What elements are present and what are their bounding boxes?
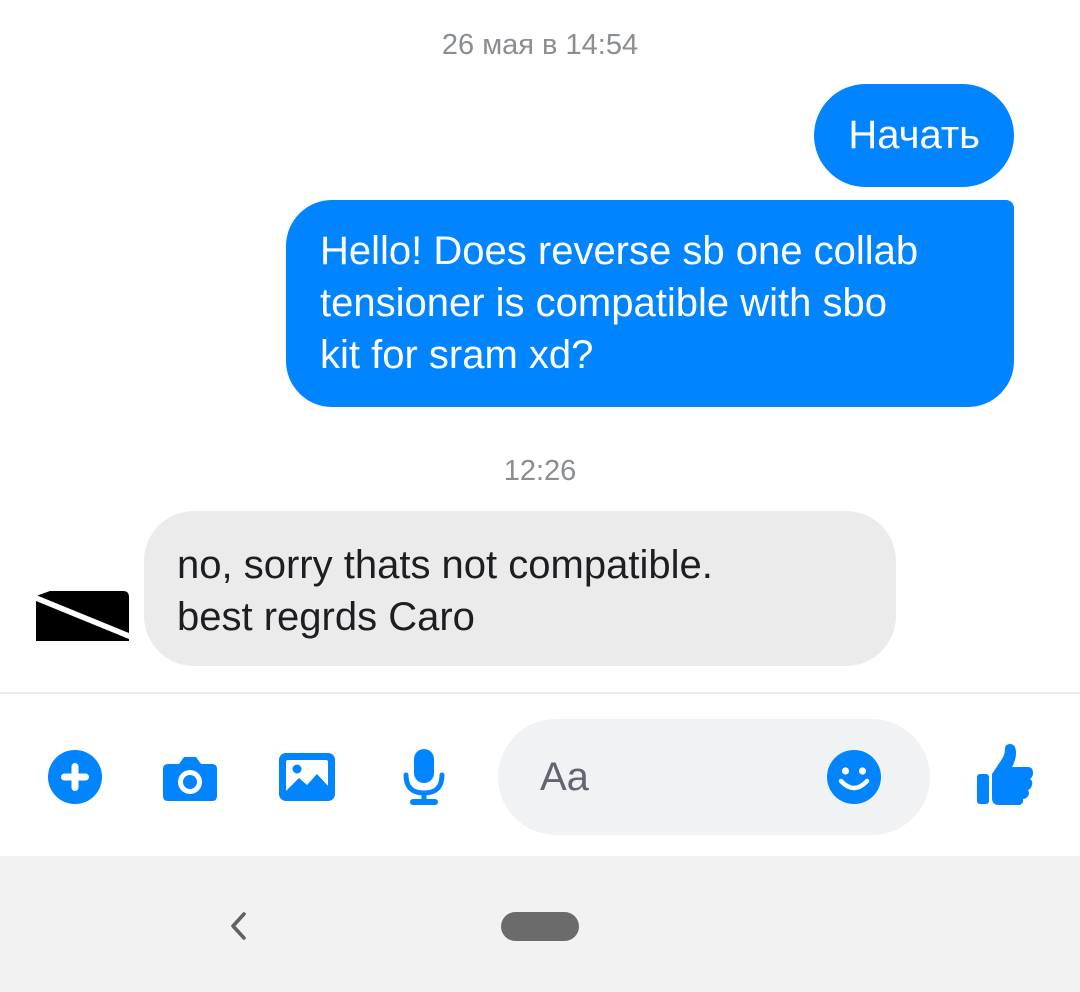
outgoing-message-bubble[interactable]: Начать <box>814 84 1014 187</box>
thumbs-up-icon[interactable] <box>975 744 1035 806</box>
home-pill-button[interactable] <box>501 912 579 941</box>
timestamp: 26 мая в 14:54 <box>441 29 639 61</box>
back-chevron-icon[interactable] <box>222 906 256 946</box>
incoming-message-bubble[interactable]: no, sorry thats not compatible. best reg… <box>144 511 896 666</box>
image-icon[interactable] <box>277 747 337 807</box>
smiley-icon[interactable] <box>826 749 882 805</box>
message-input-container <box>498 719 930 835</box>
message-thread: 26 мая в 14:54 Начать Hello! Does revers… <box>0 0 1080 692</box>
plus-circle-icon[interactable] <box>45 747 105 807</box>
outgoing-message-bubble[interactable]: Hello! Does reverse sb one collab tensio… <box>286 200 1014 407</box>
camera-icon[interactable] <box>160 747 220 807</box>
microphone-icon[interactable] <box>394 747 454 807</box>
contact-avatar[interactable] <box>36 591 129 641</box>
timestamp: 12:26 <box>503 455 577 487</box>
message-input[interactable] <box>540 749 820 805</box>
